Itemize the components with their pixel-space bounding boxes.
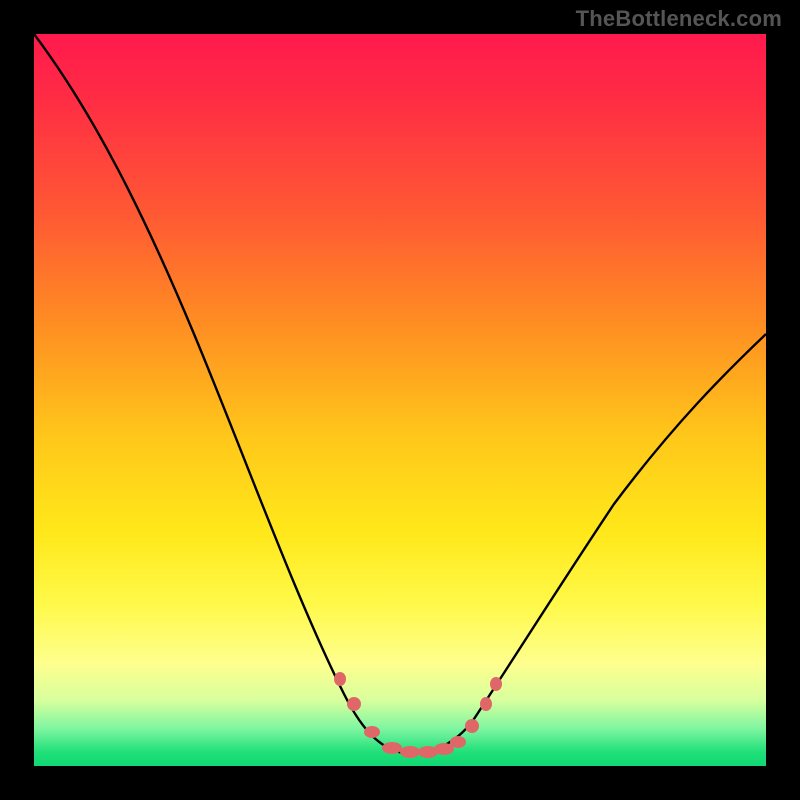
outer-frame: TheBottleneck.com: [0, 0, 800, 800]
chart-svg: [34, 34, 766, 766]
marker-dot: [382, 742, 402, 754]
marker-dot: [490, 677, 502, 691]
marker-dot: [480, 697, 492, 711]
marker-dot: [347, 697, 361, 711]
marker-dot: [450, 736, 466, 748]
marker-dot: [400, 746, 420, 758]
marker-dot: [364, 726, 380, 738]
plot-area: [34, 34, 766, 766]
marker-dot: [334, 672, 346, 686]
marker-dot: [465, 719, 479, 733]
bottleneck-curve: [34, 34, 766, 754]
watermark-text: TheBottleneck.com: [576, 6, 782, 32]
